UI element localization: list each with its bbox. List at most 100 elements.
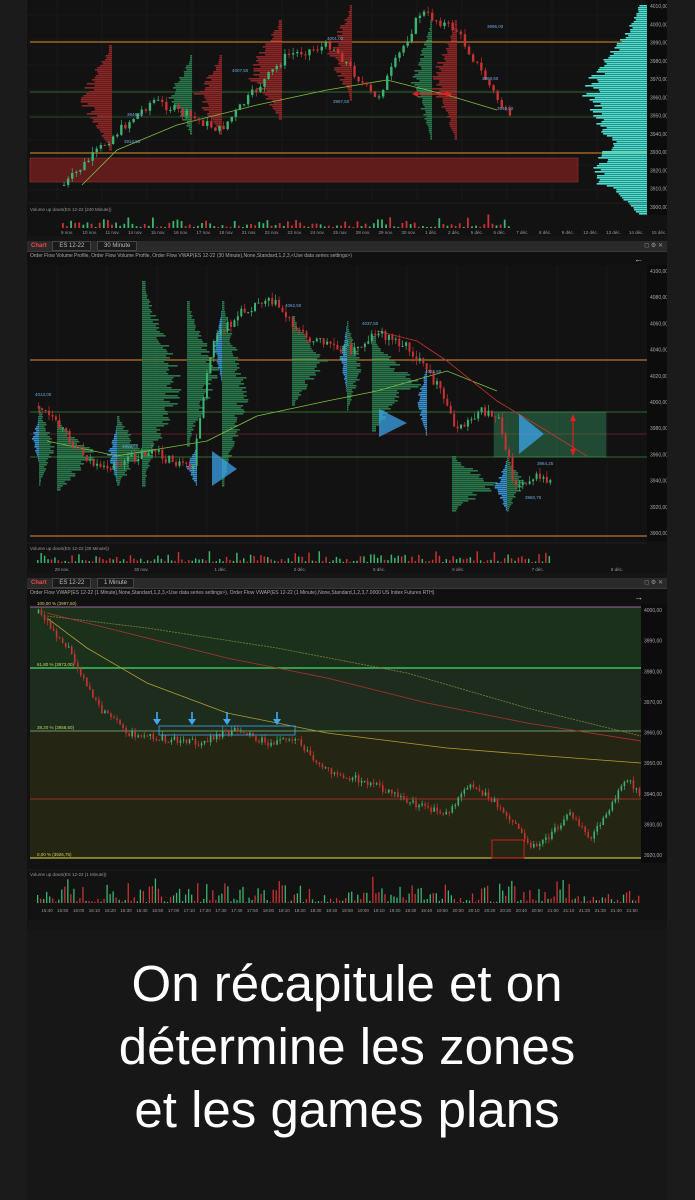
volume-profile-bar (372, 366, 390, 368)
volume-profile-bar (39, 428, 46, 430)
chart-bottom-canvas[interactable]: 100,00 % (3997,50)61,80 % (3973,00)38,20… (27, 578, 667, 920)
candle-body (234, 109, 238, 117)
volume-profile-bar (142, 307, 150, 309)
volume-bar (503, 558, 506, 563)
volume-bar (402, 897, 404, 903)
volume-profile-bar (420, 412, 427, 414)
candle-body (209, 735, 212, 743)
candle-body (155, 738, 158, 741)
volume-bar (332, 560, 334, 563)
volume-profile-bar (342, 29, 352, 31)
volume-profile-bar (372, 430, 376, 432)
volume-profile-bar (219, 319, 222, 321)
volume-profile-bar (446, 50, 457, 52)
volume-profile-bar (222, 435, 239, 437)
candle-body (111, 136, 115, 145)
volume-profile-bar (142, 361, 165, 363)
volume-profile-bar (187, 431, 192, 433)
candle-body (442, 388, 445, 399)
volume-bar (592, 896, 594, 903)
price-axis-label: 4020,00 (650, 374, 667, 380)
volume-profile-bar (215, 347, 222, 349)
candle-body (83, 675, 85, 678)
volume-profile-bar (86, 83, 112, 85)
volume-profile-bar (57, 429, 66, 431)
volume-bar (160, 896, 163, 903)
volume-bar (112, 559, 115, 563)
volume-bar (473, 560, 475, 563)
candle-body (279, 739, 281, 741)
chart-1-minute[interactable]: Chart ES 12-22 1 Minute ◻ ⚙ ✕ Order Flow… (27, 578, 667, 920)
volume-profile-bar (37, 422, 39, 424)
price-axis-label: 4060,00 (650, 321, 667, 327)
candle-body (161, 449, 164, 459)
candle-body (51, 414, 54, 417)
volume-profile-bar (423, 378, 427, 380)
volume-profile-bar (344, 342, 347, 344)
volume-profile-bar (424, 42, 432, 44)
time-axis-label: 19:40 (421, 908, 433, 913)
volume-profile-bar (186, 466, 197, 468)
candle-body (264, 737, 266, 743)
candle-body (37, 609, 40, 613)
candle-body (71, 172, 74, 179)
volume-profile-bar (222, 307, 225, 309)
chart-middle-canvas[interactable]: 4013,004062,504037,504026,503982,503964,… (27, 241, 667, 573)
volume-profile-bar (222, 351, 232, 353)
volume-profile-bar (222, 413, 244, 415)
volume-bar (527, 558, 530, 563)
composite-profile-bar (634, 209, 647, 211)
candle-body (306, 750, 309, 752)
chart-30-minute[interactable]: Chart ES 12-22 30 Minute ◻ ⚙ ✕ Order Flo… (27, 241, 667, 573)
volume-profile-bar (347, 335, 351, 337)
candle-body (199, 417, 202, 439)
candle-body (240, 730, 242, 732)
composite-profile-bar (612, 147, 647, 149)
volume-profile-bar (142, 291, 147, 293)
volume-bar (94, 901, 96, 903)
time-axis-label: 1 déc. (214, 567, 226, 572)
candle-body (158, 740, 161, 742)
candle-body (403, 796, 405, 800)
candle-body (366, 780, 369, 786)
volume-profile-bar (260, 66, 282, 68)
volume-bar (55, 901, 57, 903)
composite-profile-bar (601, 121, 647, 123)
volume-bar (170, 560, 173, 563)
candle-body (386, 75, 389, 90)
volume-profile-bar (338, 45, 352, 47)
candle-body (321, 764, 324, 768)
volume-bar (70, 894, 72, 903)
price-annotation: 3964,25 (537, 461, 554, 466)
volume-profile-bar (222, 387, 246, 389)
chart-top-canvas[interactable]: 4001,024007,503914,553967,503946,003969,… (27, 0, 667, 236)
volume-profile-bar (453, 132, 457, 134)
volume-profile-bar (222, 481, 225, 483)
volume-profile-bar (452, 500, 469, 502)
volume-bar (256, 560, 259, 563)
volume-profile-bar (39, 456, 52, 458)
volume-profile-bar (39, 458, 49, 460)
chart-240-minute[interactable]: 4001,02 4007,50 3914,55 3967,50 3946,00 3969,… (27, 0, 667, 236)
volume-bar (54, 557, 56, 563)
volume-bar (248, 897, 250, 903)
volume-bar (267, 557, 269, 563)
volume-profile-bar (347, 353, 359, 355)
price-annotation: 3969,50 (482, 76, 499, 81)
volume-profile-bar (97, 123, 112, 125)
candle-body (520, 828, 523, 834)
volume-profile-bar (39, 448, 51, 450)
candle-body (411, 351, 414, 357)
candle-body (234, 728, 236, 731)
volume-profile-bar (495, 483, 507, 485)
candle-body (415, 356, 418, 361)
volume-bar (157, 888, 160, 903)
candle-body (270, 742, 272, 746)
candle-body (542, 476, 545, 479)
price-axis-label: 3980,00 (650, 59, 667, 65)
composite-profile-bar (618, 193, 647, 195)
volume-profile-bar (39, 410, 41, 412)
price-axis-label: 3910,00 (650, 187, 667, 193)
composite-profile-bar (591, 83, 647, 85)
volume-bar (424, 561, 427, 563)
